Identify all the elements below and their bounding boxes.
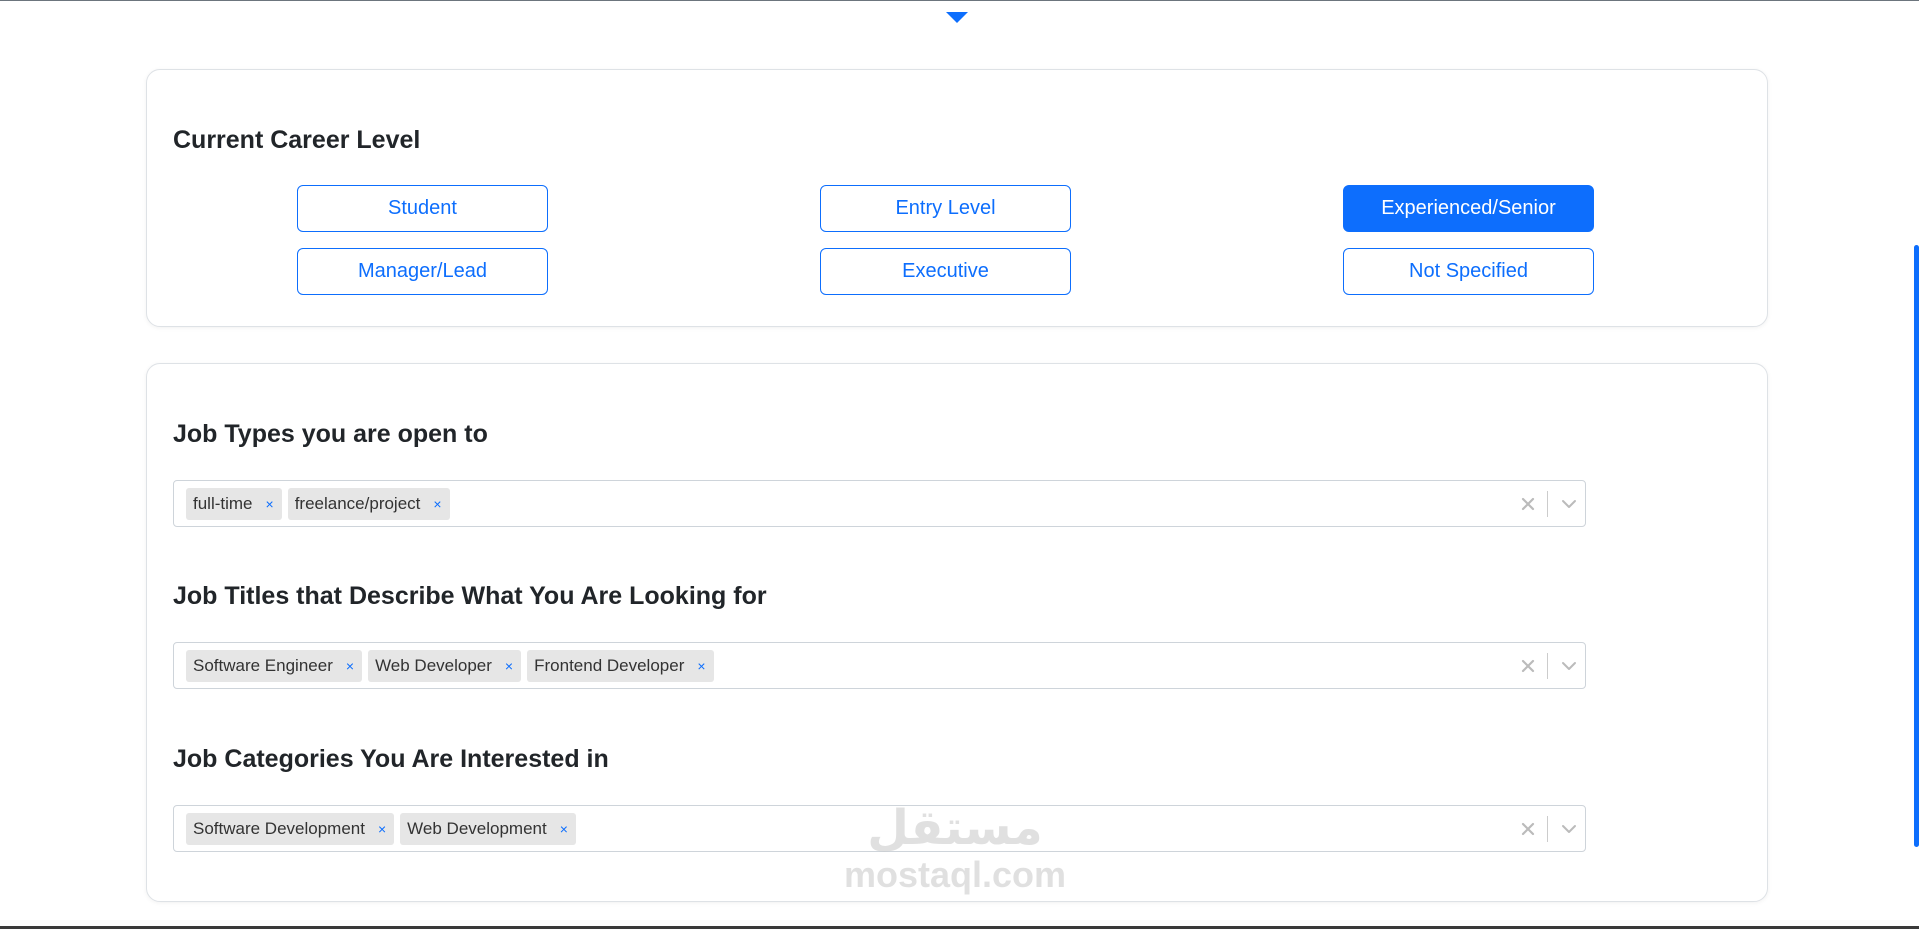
job-titles-select[interactable]: Software Engineer × Web Developer × Fron… xyxy=(173,642,1586,689)
job-titles-tags: Software Engineer × Web Developer × Fron… xyxy=(186,650,714,682)
career-level-title: Current Career Level xyxy=(173,126,421,154)
clear-icon[interactable] xyxy=(1516,654,1540,678)
clear-icon[interactable] xyxy=(1516,817,1540,841)
scrollbar-thumb[interactable] xyxy=(1914,245,1919,847)
tag-software-engineer: Software Engineer × xyxy=(186,650,363,682)
career-level-card: Current Career Level Student Entry Level… xyxy=(146,69,1768,327)
indicator-separator xyxy=(1547,816,1548,842)
remove-tag-icon[interactable]: × xyxy=(369,813,394,845)
remove-tag-icon[interactable]: × xyxy=(424,488,449,520)
tag-label: Web Development xyxy=(407,819,547,838)
watermark-latin: mostaql.com xyxy=(843,854,1067,895)
tag-label: Software Engineer xyxy=(193,656,333,675)
watermark-arabic: مستقل xyxy=(867,800,1043,856)
tag-label: freelance/project xyxy=(294,494,421,513)
caret-down-icon[interactable] xyxy=(946,12,968,23)
watermark-logo: مستقل mostaql.com xyxy=(830,800,1080,894)
job-titles-title: Job Titles that Describe What You Are Lo… xyxy=(173,582,767,610)
indicator-separator xyxy=(1547,491,1548,517)
chevron-down-icon[interactable] xyxy=(1557,817,1581,841)
career-option-manager-lead[interactable]: Manager/Lead xyxy=(297,248,548,295)
tag-label: Web Developer xyxy=(375,656,492,675)
clear-icon[interactable] xyxy=(1516,492,1540,516)
tag-label: Software Development xyxy=(193,819,365,838)
job-categories-title: Job Categories You Are Interested in xyxy=(173,745,609,773)
remove-tag-icon[interactable]: × xyxy=(496,650,521,682)
career-option-student[interactable]: Student xyxy=(297,185,548,232)
job-types-select[interactable]: full-time × freelance/project × xyxy=(173,480,1586,527)
job-types-tags: full-time × freelance/project × xyxy=(186,488,450,520)
tag-label: Frontend Developer xyxy=(534,656,685,675)
job-categories-tags: Software Development × Web Development × xyxy=(186,813,576,845)
tag-software-development: Software Development × xyxy=(186,813,395,845)
tag-freelance-project: freelance/project × xyxy=(287,488,450,520)
chevron-down-icon[interactable] xyxy=(1557,654,1581,678)
remove-tag-icon[interactable]: × xyxy=(257,488,282,520)
career-option-experienced-senior[interactable]: Experienced/Senior xyxy=(1343,185,1594,232)
tag-full-time: full-time × xyxy=(186,488,282,520)
career-option-not-specified[interactable]: Not Specified xyxy=(1343,248,1594,295)
tag-label: full-time xyxy=(193,494,253,513)
tag-frontend-developer: Frontend Developer × xyxy=(527,650,714,682)
remove-tag-icon[interactable]: × xyxy=(551,813,576,845)
tag-web-developer: Web Developer × xyxy=(368,650,522,682)
career-option-entry-level[interactable]: Entry Level xyxy=(820,185,1071,232)
indicator-separator xyxy=(1547,653,1548,679)
remove-tag-icon[interactable]: × xyxy=(688,650,713,682)
job-types-title: Job Types you are open to xyxy=(173,420,488,448)
remove-tag-icon[interactable]: × xyxy=(337,650,362,682)
top-divider xyxy=(0,0,1919,1)
career-option-executive[interactable]: Executive xyxy=(820,248,1071,295)
tag-web-development: Web Development × xyxy=(400,813,576,845)
chevron-down-icon[interactable] xyxy=(1557,492,1581,516)
